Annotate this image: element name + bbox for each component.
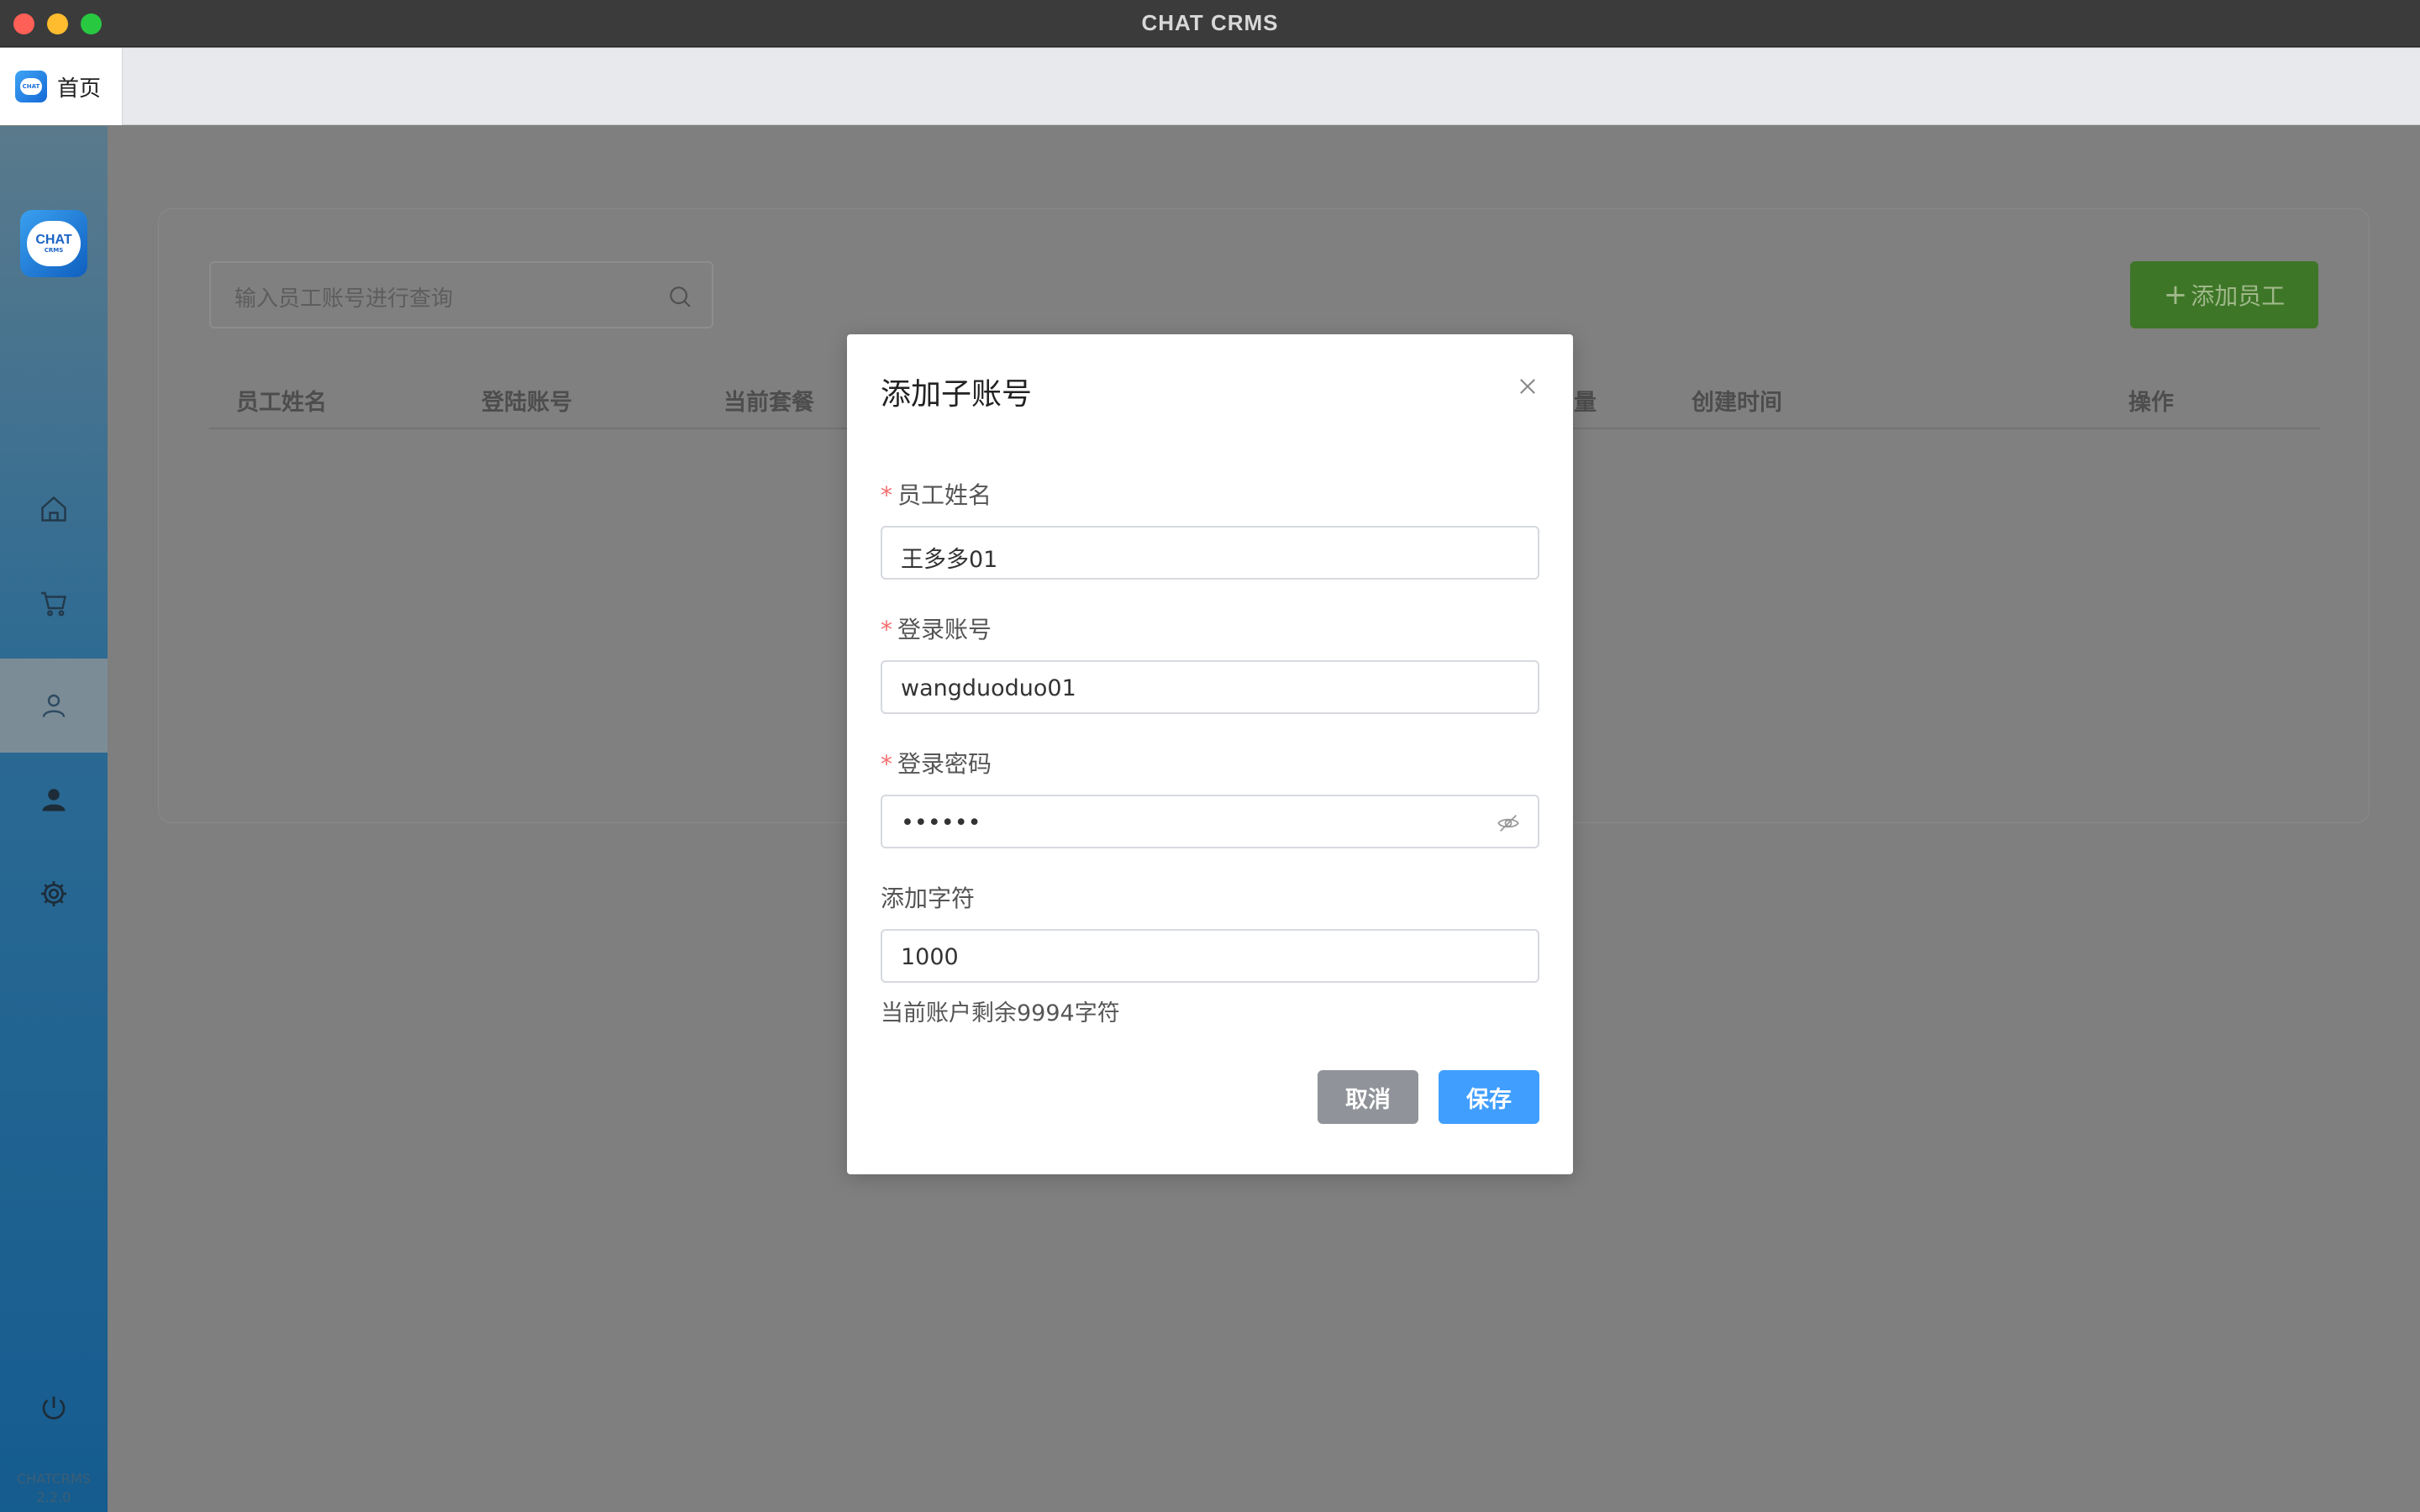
tab-bar: CHAT 首页: [0, 48, 2420, 125]
column-header: 员工姓名: [236, 390, 327, 416]
remaining-chars-hint: 当前账户剩余9994字符: [881, 1000, 1120, 1026]
plus-icon: +: [2163, 278, 2188, 312]
column-header: 登陆账号: [481, 390, 572, 416]
sidebar: CHAT CRMS CHATCRMS 2.2.0: [0, 126, 108, 1512]
eye-hidden-icon[interactable]: [1496, 811, 1521, 835]
sidebar-item-profile[interactable]: [0, 753, 108, 847]
search-input[interactable]: 输入员工账号进行查询: [209, 261, 713, 328]
window-title: CHAT CRMS: [1141, 10, 1279, 35]
column-header: 当前套餐: [723, 390, 814, 416]
user-outline-icon: [42, 694, 66, 717]
login-account-field[interactable]: wangduoduo01: [881, 660, 1539, 714]
add-chars-label: 添加字符: [881, 885, 976, 912]
home-icon: [41, 496, 66, 522]
sidebar-item-staff[interactable]: [0, 659, 108, 753]
add-chars-field[interactable]: 1000: [881, 929, 1539, 983]
staff-name-label: * 员工姓名: [881, 481, 992, 509]
app-logo-icon: CHAT CRMS: [20, 210, 87, 277]
sidebar-item-settings[interactable]: [0, 847, 108, 941]
tab-home-label: 首页: [57, 76, 102, 102]
window-titlebar: CHAT CRMS: [0, 0, 2420, 47]
version-info: CHATCRMS 2.2.0: [17, 1471, 91, 1505]
gear-icon: [41, 881, 66, 906]
required-mark: *: [881, 750, 892, 778]
add-sub-account-dialog: 添加子账号 * 员工姓名 王多多01 * 登录账号 wangduoduo01 * 登录…: [847, 334, 1573, 1174]
close-icon[interactable]: [1516, 375, 1539, 398]
logout-button[interactable]: [0, 1361, 108, 1455]
login-password-label: * 登录密码: [881, 750, 992, 778]
app-logo-icon: CHAT: [15, 71, 47, 102]
save-button[interactable]: 保存: [1439, 1070, 1539, 1124]
tab-home[interactable]: CHAT 首页: [0, 48, 123, 125]
add-staff-button[interactable]: + 添加员工: [2130, 261, 2318, 328]
power-icon: [42, 1396, 66, 1420]
column-header: 创建时间: [1691, 390, 1782, 416]
search-icon[interactable]: [666, 283, 693, 310]
login-account-label: * 登录账号: [881, 616, 992, 643]
user-filled-icon: [42, 789, 66, 811]
required-mark: *: [881, 481, 892, 509]
required-mark: *: [881, 616, 892, 643]
column-header: 操作: [2128, 390, 2174, 416]
staff-name-field[interactable]: 王多多01: [881, 526, 1539, 580]
dialog-title: 添加子账号: [881, 377, 1033, 412]
cancel-button[interactable]: 取消: [1318, 1070, 1418, 1124]
sidebar-item-home[interactable]: [0, 462, 108, 556]
cart-icon: [41, 591, 66, 617]
sidebar-item-cart[interactable]: [0, 556, 108, 650]
column-header: 量: [1574, 390, 1597, 416]
login-password-field[interactable]: ••••••: [881, 795, 1539, 848]
search-placeholder: 输入员工账号进行查询: [234, 286, 454, 312]
